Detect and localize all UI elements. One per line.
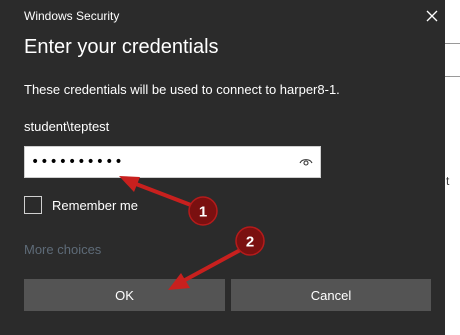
dialog-description: These credentials will be used to connec…	[24, 82, 340, 97]
ok-button[interactable]: OK	[24, 279, 225, 311]
remember-me-label: Remember me	[52, 197, 138, 213]
username-label: student\teptest	[24, 119, 110, 134]
credentials-dialog: Windows Security Enter your credentials …	[0, 0, 445, 335]
close-icon	[426, 10, 438, 22]
password-field[interactable]	[24, 146, 321, 178]
close-button[interactable]	[420, 4, 444, 28]
reveal-password-button[interactable]	[297, 153, 315, 171]
window-title: Windows Security	[24, 9, 120, 23]
remember-me-checkbox[interactable]	[24, 196, 42, 214]
background-divider-top	[445, 43, 460, 44]
more-choices-link[interactable]: More choices	[24, 242, 101, 257]
dialog-heading: Enter your credentials	[24, 36, 219, 58]
password-input[interactable]	[31, 150, 291, 174]
cancel-button[interactable]: Cancel	[231, 279, 431, 311]
eye-icon	[299, 159, 313, 166]
remember-me-option[interactable]: Remember me	[24, 195, 138, 215]
background-divider-middle	[445, 76, 460, 77]
background-fragment: t	[446, 174, 450, 188]
